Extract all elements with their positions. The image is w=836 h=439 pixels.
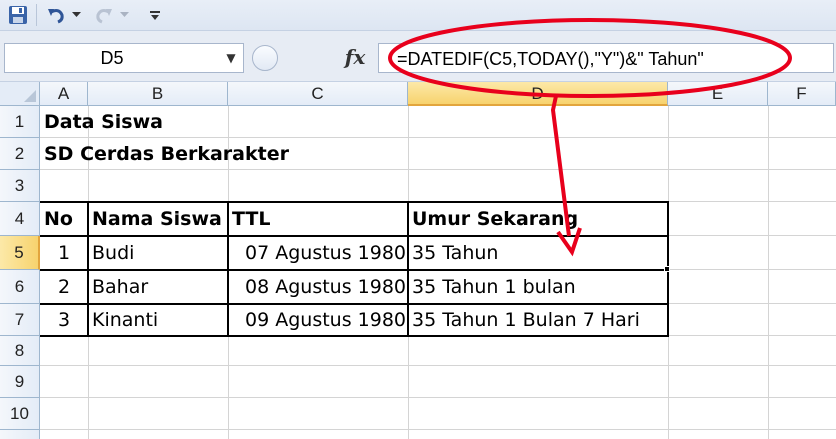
column-header-c[interactable]: C [228,82,408,106]
header-no[interactable]: No [44,203,73,235]
header-umur-sekarang[interactable]: Umur Sekarang [412,203,578,235]
row-header-1[interactable]: 1 [0,106,40,138]
row-header-5[interactable]: 5 [0,236,40,270]
customize-toolbar-icon[interactable] [146,5,164,25]
row-header-8[interactable]: 8 [0,336,40,366]
save-icon[interactable] [6,5,30,25]
row-header-3[interactable]: 3 [0,170,40,202]
cell-no[interactable]: 2 [40,271,88,303]
undo-dropdown-icon[interactable] [70,5,82,25]
column-header-a[interactable]: A [40,82,88,106]
column-header-f[interactable]: F [768,82,836,106]
formula-bar: D5 ▼ fx =DATEDIF(C5,TODAY(),"Y")&" Tahun… [0,30,836,82]
column-header-b[interactable]: B [88,82,228,106]
column-header-d[interactable]: D [408,82,668,106]
cell-a2[interactable]: SD Cerdas Berkarakter [44,138,289,170]
cell-nama[interactable]: Budi [92,237,134,269]
column-headers: A B C D E F [0,82,836,106]
header-nama-siswa[interactable]: Nama Siswa [92,203,222,235]
redo-dropdown-icon[interactable] [118,5,130,25]
cell-nama[interactable]: Bahar [92,271,148,303]
row-header-4[interactable]: 4 [0,202,40,236]
toolbar-separator [36,4,37,26]
row-header-9[interactable]: 9 [0,366,40,398]
worksheet-grid: A B C D E F 1 2 3 4 5 6 7 8 9 10 Data Si… [0,82,836,439]
gridline [40,397,836,398]
fill-handle[interactable] [664,266,670,272]
cell-ttl[interactable]: 09 Agustus 1980 [228,305,406,335]
row-header-6[interactable]: 6 [0,270,40,304]
cell-umur[interactable]: 35 Tahun 1 bulan [412,271,576,303]
select-all-button[interactable] [0,82,40,106]
formula-input[interactable]: =DATEDIF(C5,TODAY(),"Y")&" Tahun" [378,43,834,73]
cell-no[interactable]: 1 [40,237,88,269]
cell-umur[interactable]: 35 Tahun 1 Bulan 7 Hari [412,305,640,335]
column-header-e[interactable]: E [668,82,768,106]
cell-ttl[interactable]: 08 Agustus 1980 [228,271,406,303]
row-header-7[interactable]: 7 [0,304,40,336]
formula-text: =DATEDIF(C5,TODAY(),"Y")&" Tahun" [397,49,704,69]
redo-icon[interactable] [92,5,116,25]
quick-access-toolbar [0,0,836,30]
insert-function-icon[interactable]: fx [340,42,370,72]
gridline [40,429,836,430]
row-header-2[interactable]: 2 [0,138,40,170]
cell-nama[interactable]: Kinanti [92,305,158,335]
name-box[interactable]: D5 ▼ [4,43,244,73]
chevron-down-icon[interactable]: ▼ [221,48,241,68]
gridline [40,365,836,366]
gridline [768,106,769,439]
row-header-10[interactable]: 10 [0,398,40,430]
cell-ttl[interactable]: 07 Agustus 1980 [228,237,406,269]
cell-a1[interactable]: Data Siswa [44,106,163,138]
undo-icon[interactable] [44,5,68,25]
cell-no[interactable]: 3 [40,305,88,335]
header-ttl[interactable]: TTL [232,203,270,235]
table-border [40,335,668,337]
active-cell-selection[interactable] [407,235,669,271]
row-header-11[interactable] [0,430,40,439]
resize-handle[interactable] [252,45,278,71]
name-box-value: D5 [100,48,124,68]
